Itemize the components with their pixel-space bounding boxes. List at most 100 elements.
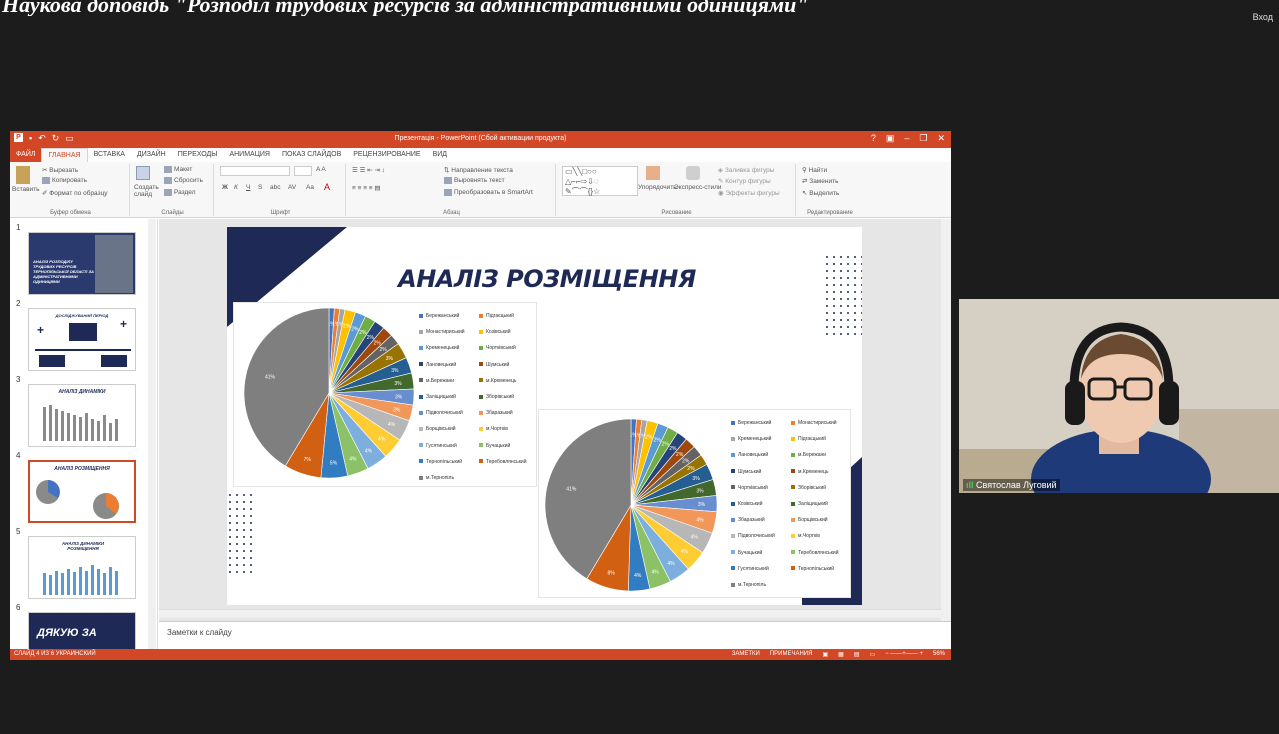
pie-data-label: 41% bbox=[566, 486, 577, 492]
thumb-slide-2[interactable]: ДОСЛІДЖУВАНИЙ ПЕРІОД + + bbox=[28, 308, 136, 371]
grow-font-icon[interactable]: A A bbox=[316, 166, 326, 173]
exit-button[interactable]: Вход bbox=[1253, 12, 1273, 22]
reset-button[interactable]: Сбросить bbox=[164, 177, 203, 184]
cut-button[interactable]: ✂ Вырезать bbox=[42, 166, 78, 174]
close-icon[interactable]: ✕ bbox=[937, 133, 945, 144]
slide-4[interactable]: АНАЛІЗ РОЗМІЩЕННЯ 1% 1% 1% 2% 2% 2% 2% 2% 2% 3% 3%… bbox=[227, 227, 862, 605]
pie-data-label: 3% bbox=[692, 476, 700, 482]
tab-animation[interactable]: АНИМАЦИЯ bbox=[223, 148, 276, 162]
legend-swatch bbox=[419, 459, 423, 464]
ribbon-display-icon[interactable]: ▣ bbox=[886, 133, 895, 144]
legend-item: Монастириський bbox=[419, 329, 465, 335]
slide-vertical-scrollbar[interactable] bbox=[941, 219, 951, 621]
legend-label: Теребовлянський bbox=[798, 549, 839, 556]
align-icons[interactable]: ≡ ≡ ≡ ≡ ▤ bbox=[352, 184, 381, 192]
text-direction-button[interactable]: ⇅ Направление текста bbox=[444, 166, 513, 174]
new-slide-icon[interactable] bbox=[136, 166, 150, 180]
spacing-icon[interactable]: AV bbox=[288, 184, 296, 191]
shape-fill-button[interactable]: ◈ Заливка фигуры bbox=[718, 166, 774, 174]
shadow-icon[interactable]: S bbox=[258, 184, 262, 191]
tab-review[interactable]: РЕЦЕНЗИРОВАНИЕ bbox=[347, 148, 426, 162]
tab-view[interactable]: ВИД bbox=[427, 148, 453, 162]
thumb-title: ДЯКУЮ ЗА bbox=[37, 627, 97, 639]
thumbnails-scrollbar[interactable] bbox=[148, 219, 156, 650]
slide-horizontal-scrollbar[interactable] bbox=[159, 609, 941, 618]
align-text-button[interactable]: Выровнять текст bbox=[444, 177, 505, 184]
replace-button[interactable]: ⇄ Заменить bbox=[802, 177, 838, 185]
tab-slideshow[interactable]: ПОКАЗ СЛАЙДОВ bbox=[276, 148, 347, 162]
zoom-level[interactable]: 56% bbox=[933, 651, 945, 658]
zoom-slider[interactable]: − ——+—— + bbox=[885, 651, 923, 658]
tab-file[interactable]: ФАЙЛ bbox=[10, 148, 42, 162]
legend-swatch bbox=[731, 582, 735, 587]
participant-video[interactable]: ıll Святослав Луговий bbox=[959, 299, 1279, 493]
legend-label: Зборівський bbox=[798, 484, 827, 491]
new-slide-button[interactable]: Создать слайд bbox=[134, 184, 159, 198]
font-size-select[interactable] bbox=[294, 166, 312, 176]
notes-pane[interactable]: Заметки к слайду bbox=[159, 621, 951, 649]
slideshow-view-icon[interactable]: ▭ bbox=[869, 651, 875, 658]
normal-view-icon[interactable]: ▣ bbox=[822, 651, 828, 658]
decor-dot bbox=[826, 270, 828, 272]
thumb-building-image bbox=[95, 235, 133, 293]
bullets-icon[interactable]: ☰ ☰ ⇤ ⇥ ↕ bbox=[352, 166, 385, 174]
help-icon[interactable]: ? bbox=[871, 133, 876, 144]
decor-dot bbox=[861, 305, 862, 307]
reading-view-icon[interactable]: ▤ bbox=[854, 651, 860, 658]
pie-data-label: 4% bbox=[652, 569, 660, 575]
slide-title[interactable]: АНАЛІЗ РОЗМІЩЕННЯ bbox=[377, 265, 717, 293]
thumb-slide-5[interactable]: АНАЛІЗ ДИНАМІКИ РОЗМІЩЕННЯ bbox=[28, 536, 136, 599]
decor-dot bbox=[861, 263, 862, 265]
italic-icon[interactable]: К bbox=[234, 184, 238, 191]
decor-dot bbox=[854, 312, 856, 314]
legend-swatch bbox=[419, 443, 423, 448]
thumb-slide-3[interactable]: АНАЛІЗ ДИНАМІКИ bbox=[28, 384, 136, 447]
pie-chart-2[interactable]: 1% 1% 1% 2% 2% 2% 2% 2% 2% 2% 3% 3% 3% 4% 4% 4% 4% 4% 4% 8%… bbox=[538, 409, 851, 598]
select-button[interactable]: ↖ Выделить bbox=[802, 189, 839, 197]
thumb-slide-4[interactable]: АНАЛІЗ РОЗМІЩЕННЯ bbox=[28, 460, 136, 523]
layout-button[interactable]: Макет bbox=[164, 166, 192, 173]
shape-outline-button[interactable]: ✎ Контур фигуры bbox=[718, 177, 771, 185]
quick-styles-button[interactable]: Экспресс-стили bbox=[674, 184, 722, 191]
decor-dot bbox=[833, 263, 835, 265]
font-name-select[interactable] bbox=[220, 166, 290, 176]
arrange-icon[interactable] bbox=[646, 166, 660, 180]
section-button[interactable]: Раздел bbox=[164, 189, 195, 196]
notes-toggle[interactable]: ЗАМЕТКИ bbox=[732, 651, 760, 658]
copy-button[interactable]: Копировать bbox=[42, 177, 87, 184]
tab-transitions[interactable]: ПЕРЕХОДЫ bbox=[172, 148, 224, 162]
bold-icon[interactable]: Ж bbox=[222, 184, 228, 191]
legend-label: Лановецький bbox=[426, 361, 457, 368]
find-button[interactable]: ⚲ Найти bbox=[802, 166, 827, 174]
decor-dot bbox=[847, 326, 849, 328]
format-painter-button[interactable]: ✐ Формат по образцу bbox=[42, 189, 108, 197]
legend-swatch bbox=[791, 534, 795, 539]
paste-icon[interactable] bbox=[16, 166, 30, 184]
thumb-number: 6 bbox=[16, 603, 21, 612]
font-color-icon[interactable]: A bbox=[324, 182, 330, 192]
restore-icon[interactable]: ❐ bbox=[919, 133, 927, 144]
tab-design[interactable]: ДИЗАЙН bbox=[131, 148, 172, 162]
thumb-slide-1[interactable]: АНАЛІЗ РОЗПОДІЛУ ТРУДОВИХ РЕСУРСІВ ТЕРНО… bbox=[28, 232, 136, 295]
tab-home[interactable]: ГЛАВНАЯ bbox=[41, 148, 88, 162]
shape-effects-button[interactable]: ◉ Эффекты фигуры bbox=[718, 189, 780, 197]
quick-styles-icon[interactable] bbox=[686, 166, 700, 180]
decor-dot bbox=[826, 319, 828, 321]
pie-chart-1[interactable]: 1% 1% 1% 2% 2% 2% 2% 2% 2% 3% 3% 3% 3% 3% 4% 4% 4% 4% 5% 7%… bbox=[233, 302, 537, 487]
decor-dot bbox=[854, 291, 856, 293]
arrange-button[interactable]: Упорядочить bbox=[638, 184, 677, 191]
smartart-button[interactable]: Преобразовать в SmartArt bbox=[444, 189, 533, 196]
sorter-view-icon[interactable]: ▦ bbox=[838, 651, 844, 658]
tab-insert[interactable]: ВСТАВКА bbox=[88, 148, 131, 162]
status-slide-info: СЛАЙД 4 ИЗ 6 УКРАИНСКИЙ bbox=[14, 651, 96, 657]
underline-icon[interactable]: Ч bbox=[246, 184, 250, 191]
minimize-icon[interactable]: – bbox=[904, 133, 909, 144]
comments-toggle[interactable]: ПРИМЕЧАНИЯ bbox=[770, 651, 813, 658]
thumb-slide-6[interactable]: ДЯКУЮ ЗА bbox=[28, 612, 136, 650]
paste-button[interactable]: Вставить bbox=[12, 186, 40, 193]
case-icon[interactable]: Aa bbox=[306, 184, 314, 191]
strike-icon[interactable]: abc bbox=[270, 184, 280, 191]
pie-data-label: 4% bbox=[365, 448, 373, 454]
legend-label: Борщівський bbox=[426, 426, 456, 433]
shapes-gallery[interactable]: ▭╲╲□○○ △⌐⌐⇨⇩◌ ✎⌒⌒{}☆ bbox=[562, 166, 638, 196]
